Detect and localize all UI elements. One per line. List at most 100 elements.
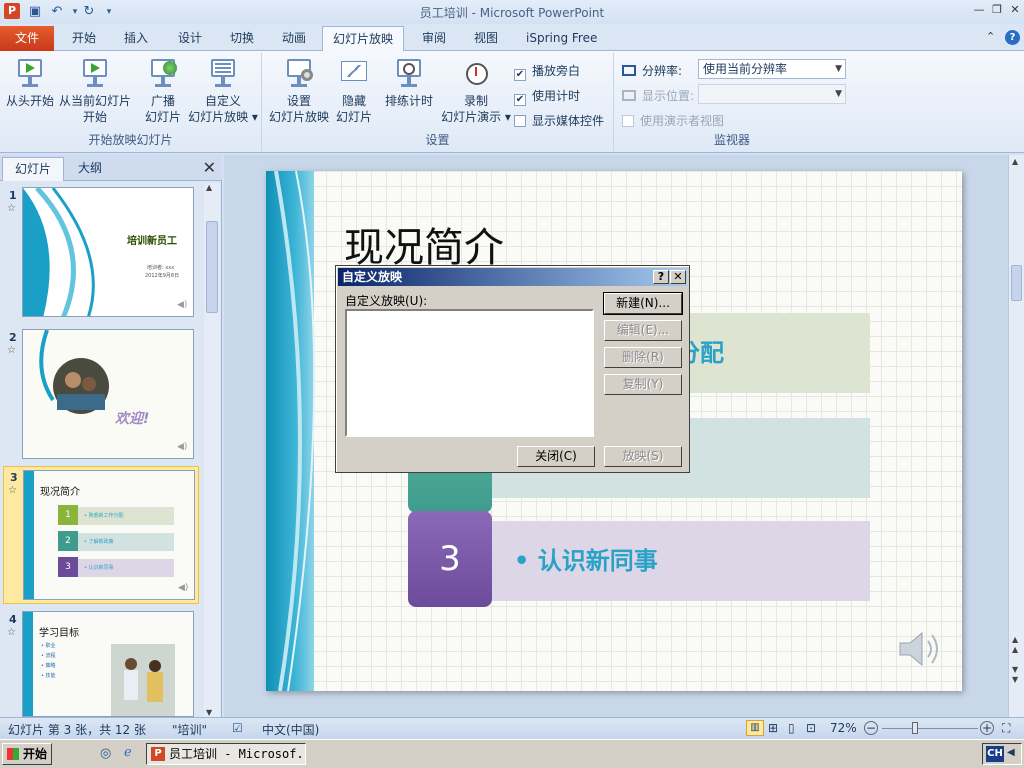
zoom-slider-track[interactable] — [882, 728, 978, 729]
scroll-down-icon[interactable]: ▼ — [206, 708, 212, 717]
show-on-select[interactable]: ▼ — [698, 84, 846, 104]
custom-shows-list[interactable] — [345, 309, 594, 437]
animation-star-icon: ☆ — [8, 485, 17, 496]
tab-review[interactable]: 审阅 — [412, 26, 456, 51]
slides-pane-scrollbar[interactable]: ▲ ▼ — [204, 183, 220, 717]
dialog-title-bar: 自定义放映 ? ✕ — [338, 268, 687, 286]
dialog-help-button[interactable]: ? — [653, 270, 669, 284]
group-start-slide-show: 从头开始 从当前幻灯片 开始 广播 幻灯片 自定义 幻灯片放映 ▾ 开始放映幻灯… — [0, 53, 262, 151]
tab-outline[interactable]: 大纲 — [66, 157, 114, 181]
tab-insert[interactable]: 插入 — [114, 26, 158, 51]
setup-slide-show-button[interactable]: 设置 幻灯片放映 — [266, 55, 332, 125]
record-slide-show-button[interactable]: 录制 幻灯片演示 ▾ — [438, 55, 514, 125]
zoom-in-icon[interactable]: + — [980, 721, 994, 735]
zoom-level[interactable]: 72% — [830, 721, 857, 735]
scroll-up-icon[interactable]: ▲ — [1012, 157, 1018, 166]
play-narrations-checkbox[interactable]: ✔ 播放旁白 — [514, 62, 580, 81]
scrollbar-thumb[interactable] — [1011, 265, 1022, 301]
minimize-icon[interactable]: — — [970, 2, 988, 18]
slide-swoosh-art — [274, 171, 316, 691]
slide-thumbnail-row-4[interactable]: 4 ☆ 学习目标 • 职业 • 流程 • 策略 • 技能 — [0, 609, 204, 717]
rehearse-timings-button[interactable]: 排练计时 — [380, 55, 438, 109]
from-beginning-button[interactable]: 从头开始 — [4, 55, 56, 109]
internet-explorer-icon[interactable]: ℯ — [124, 745, 132, 760]
ime-indicator[interactable]: CH — [986, 746, 1004, 762]
start-button[interactable]: 开始 — [2, 743, 52, 765]
theme-name[interactable]: "培训" — [172, 721, 207, 738]
slide-thumbnail-4[interactable]: 学习目标 • 职业 • 流程 • 策略 • 技能 — [22, 611, 194, 717]
scrollbar-thumb[interactable] — [206, 221, 218, 313]
pane-tabs: 幻灯片 大纲 ✕ — [0, 155, 222, 181]
spell-check-icon[interactable]: ☑ — [232, 721, 243, 735]
speaker-icon: ◀) — [177, 442, 188, 452]
show-button[interactable]: 放映(S) — [604, 446, 682, 467]
tab-ispring[interactable]: iSpring Free — [516, 26, 607, 51]
tab-transitions[interactable]: 切换 — [220, 26, 264, 51]
dialog-close-button[interactable]: 关闭(C) — [517, 446, 595, 467]
tab-home[interactable]: 开始 — [62, 26, 106, 51]
powerpoint-icon: P — [151, 747, 165, 761]
close-pane-icon[interactable]: ✕ — [203, 158, 216, 177]
desktop-icon[interactable]: ◎ — [100, 746, 111, 761]
previous-slide-icon[interactable]: ▲ ▲ — [1012, 635, 1018, 655]
main-vertical-scrollbar[interactable]: ▲ ▲ ▲ ▼ ▼ — [1008, 155, 1024, 717]
tray-arrow-icon[interactable]: ◀ — [1007, 747, 1015, 758]
scroll-up-icon[interactable]: ▲ — [206, 183, 212, 192]
show-on-label: 显示位置: — [622, 87, 694, 104]
zoom-out-icon[interactable]: − — [864, 721, 878, 735]
animation-star-icon: ☆ — [7, 627, 16, 638]
slide-item-bar-3[interactable]: • 认识新同事 — [492, 521, 870, 601]
slide-thumbnail-row-3[interactable]: 3 ☆ 现况简介 1 • 熟悉新工作分配 2 • 了解新政策 3 • 认识新同事… — [3, 466, 199, 604]
monitor-icon — [622, 65, 636, 76]
slide-speaker-icon[interactable] — [896, 627, 946, 671]
zoom-slider-thumb[interactable] — [912, 722, 918, 734]
delete-show-button[interactable]: 删除(R) — [604, 347, 682, 368]
presenter-view-checkbox[interactable]: 使用演示者视图 — [622, 112, 724, 129]
slide-thumbnail-row-2[interactable]: 2 ☆ 欢迎! ◀) — [0, 327, 204, 463]
slide-number-box-3[interactable]: 3 — [408, 511, 492, 607]
tab-file[interactable]: 文件 — [0, 26, 54, 51]
help-icon[interactable]: ? — [1005, 30, 1020, 45]
slide-thumbnail-3[interactable]: 现况简介 1 • 熟悉新工作分配 2 • 了解新政策 3 • 认识新同事 ◀) — [23, 470, 195, 600]
tab-view[interactable]: 视图 — [464, 26, 508, 51]
dialog-close-icon[interactable]: ✕ — [670, 270, 686, 284]
slide-show-view-icon[interactable]: ⊡ — [806, 721, 816, 735]
slide-sorter-icon[interactable]: ⊞ — [768, 721, 778, 735]
custom-show-icon — [207, 55, 239, 89]
resolution-select[interactable]: 使用当前分辨率 ▼ — [698, 59, 846, 79]
resolution-label: 分辨率: — [622, 62, 682, 79]
group-monitors: 分辨率: 使用当前分辨率 ▼ 显示位置: ▼ 使用演示者视图 监视器 — [614, 53, 850, 151]
restore-icon[interactable]: ❐ — [988, 2, 1006, 18]
chevron-down-icon: ▼ — [835, 89, 842, 99]
status-bar: 幻灯片 第 3 张，共 12 张 "培训" ☑ 中文(中国) ▥ ⊞ ▯ ⊡ 7… — [0, 717, 1024, 739]
tab-design[interactable]: 设计 — [168, 26, 212, 51]
hide-slide-button[interactable]: 隐藏 幻灯片 — [334, 55, 374, 125]
close-icon[interactable]: ✕ — [1006, 2, 1024, 18]
tab-animations[interactable]: 动画 — [272, 26, 316, 51]
show-media-controls-checkbox[interactable]: 显示媒体控件 — [514, 112, 604, 129]
animation-star-icon: ☆ — [7, 203, 16, 214]
normal-view-icon[interactable]: ▥ — [746, 720, 764, 736]
slide-thumbnail-2[interactable]: 欢迎! ◀) — [22, 329, 194, 459]
tab-slides[interactable]: 幻灯片 — [2, 157, 65, 181]
use-timings-checkbox[interactable]: ✔ 使用计时 — [514, 87, 580, 106]
slide-thumbnail-1[interactable]: 培训新员工 培训者: xxx 2012年9月8日 ◀) — [22, 187, 194, 317]
fit-to-window-icon[interactable]: ⛶ — [1002, 721, 1010, 736]
edit-show-button[interactable]: 编辑(E)... — [604, 320, 682, 341]
setup-show-icon — [283, 55, 315, 89]
broadcast-slide-show-button[interactable]: 广播 幻灯片 — [140, 55, 186, 125]
minimize-ribbon-icon[interactable]: ⌃ — [986, 30, 995, 43]
animation-star-icon: ☆ — [7, 345, 16, 356]
language-indicator[interactable]: 中文(中国) — [262, 721, 319, 738]
tab-slide-show[interactable]: 幻灯片放映 — [322, 26, 405, 52]
copy-show-button[interactable]: 复制(Y) — [604, 374, 682, 395]
slide-thumbnail-row-1[interactable]: 1 ☆ 培训新员工 培训者: xxx 2012年9月8日 ◀) — [0, 185, 204, 321]
slides-pane: 幻灯片 大纲 ✕ 1 ☆ 培训新员工 培训者: xxx 2012年9月8日 ◀)… — [0, 155, 222, 717]
slide-4-photo — [111, 644, 175, 716]
next-slide-icon[interactable]: ▼ ▼ — [1012, 665, 1018, 685]
new-show-button[interactable]: 新建(N)... — [603, 292, 683, 315]
from-current-slide-button[interactable]: 从当前幻灯片 开始 — [58, 55, 132, 125]
taskbar-powerpoint-window[interactable]: P 员工培训 - Microsof... — [146, 743, 306, 765]
reading-view-icon[interactable]: ▯ — [788, 721, 795, 735]
custom-slide-show-button[interactable]: 自定义 幻灯片放映 ▾ — [188, 55, 258, 125]
